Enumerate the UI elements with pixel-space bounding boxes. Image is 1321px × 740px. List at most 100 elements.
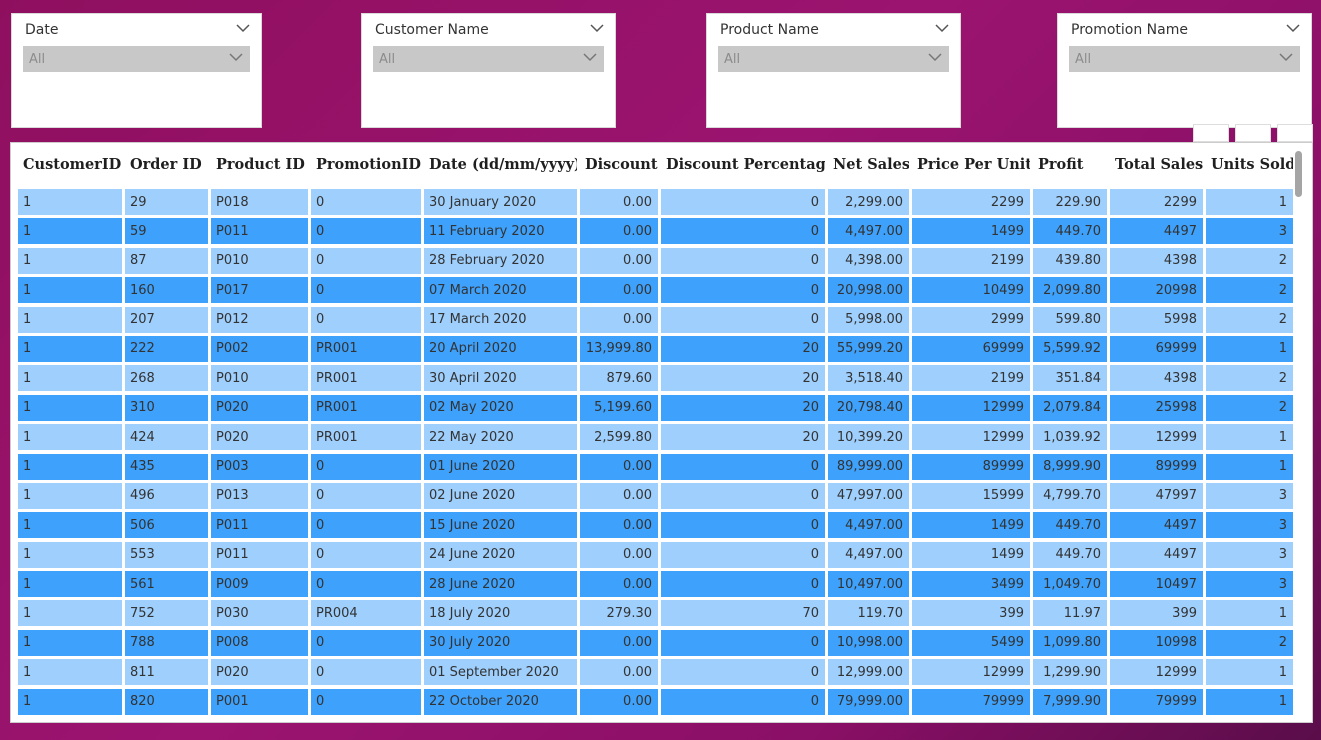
table-cell: 2,299.00 <box>828 189 909 215</box>
table-cell: P020 <box>211 394 308 421</box>
table-cell: 5998 <box>1110 306 1203 333</box>
table-cell: 24 June 2020 <box>424 541 577 568</box>
table-cell: 79999 <box>912 688 1030 715</box>
filter-icon[interactable] <box>1193 124 1229 142</box>
column-header[interactable]: Order ID <box>125 147 208 182</box>
chevron-down-icon[interactable] <box>589 22 605 38</box>
table-cell: 268 <box>125 365 208 392</box>
column-header[interactable]: PromotionID <box>311 147 421 182</box>
table-cell: 0 <box>661 541 825 568</box>
table-cell: PR001 <box>311 424 421 451</box>
table-cell: P009 <box>211 571 308 598</box>
slicer-title: Promotion Name <box>1071 22 1188 38</box>
table-cell: 2299 <box>1110 189 1203 215</box>
slicer-header[interactable]: Customer Name <box>375 20 605 40</box>
table-cell: 28 June 2020 <box>424 571 577 598</box>
column-header[interactable]: CustomerID <box>18 147 122 182</box>
column-header[interactable]: Discount Percentage <box>661 147 825 182</box>
table-cell: 30 April 2020 <box>424 365 577 392</box>
table-cell: 1 <box>18 541 122 568</box>
table-cell: 25998 <box>1110 394 1203 421</box>
slicer-dropdown[interactable]: All <box>1069 46 1300 72</box>
table-cell: 2 <box>1206 394 1293 421</box>
table-cell: 222 <box>125 335 208 362</box>
table-cell: 4497 <box>1110 541 1203 568</box>
table-cell: 0 <box>661 688 825 715</box>
table-cell: 399 <box>912 600 1030 627</box>
slicer-header[interactable]: Promotion Name <box>1071 20 1301 40</box>
slicer-dropdown[interactable]: All <box>373 46 604 72</box>
table-cell: 22 May 2020 <box>424 424 577 451</box>
slicer-date: Date All <box>11 13 262 128</box>
focus-mode-icon[interactable] <box>1235 124 1271 142</box>
table-cell: 1 <box>18 394 122 421</box>
table-cell: 17 March 2020 <box>424 306 577 333</box>
table-cell: 160 <box>125 277 208 304</box>
table-cell: 20 <box>661 335 825 362</box>
chevron-down-icon[interactable] <box>934 22 950 38</box>
table-cell: 11 February 2020 <box>424 218 577 245</box>
column-header[interactable]: Discount <box>580 147 658 182</box>
table-cell: 399 <box>1110 600 1203 627</box>
slicer-dropdown[interactable]: All <box>718 46 949 72</box>
table-cell: 0.00 <box>580 512 658 539</box>
scrollbar-thumb[interactable] <box>1295 151 1302 197</box>
table-cell: P012 <box>211 306 308 333</box>
table-cell: 0 <box>311 482 421 509</box>
more-options-icon[interactable] <box>1277 124 1313 142</box>
column-header[interactable]: Net Sales <box>828 147 909 182</box>
table-cell: 69999 <box>912 335 1030 362</box>
table-cell: 0 <box>661 512 825 539</box>
table-visual: CustomerID Order ID Product ID PromotionID D… <box>10 142 1313 723</box>
table-cell: 02 June 2020 <box>424 482 577 509</box>
table-cell: 1499 <box>912 541 1030 568</box>
chevron-down-icon[interactable] <box>235 22 251 38</box>
table-cell: 0.00 <box>580 541 658 568</box>
table-cell: PR001 <box>311 335 421 362</box>
table-cell: 4,398.00 <box>828 247 909 274</box>
table-cell: 0 <box>661 629 825 656</box>
table-cell: 47,997.00 <box>828 482 909 509</box>
table-cell: 435 <box>125 453 208 480</box>
table-cell: 20 <box>661 394 825 421</box>
slicer-header[interactable]: Product Name <box>720 20 950 40</box>
table-cell: 752 <box>125 600 208 627</box>
table-cell: 4,799.70 <box>1033 482 1107 509</box>
table-cell: 3,518.40 <box>828 365 909 392</box>
vertical-scrollbar[interactable] <box>1293 151 1303 711</box>
table-cell: 0 <box>311 453 421 480</box>
table-cell: 1,099.80 <box>1033 629 1107 656</box>
column-header[interactable]: Total Sales <box>1110 147 1203 182</box>
column-header[interactable]: Price Per Unit <box>912 147 1030 182</box>
chevron-down-icon[interactable] <box>1285 22 1301 38</box>
table-cell: 0 <box>661 189 825 215</box>
table-cell: 439.80 <box>1033 247 1107 274</box>
slicer-customer-name: Customer Name All <box>361 13 616 128</box>
slicer-promotion-name: Promotion Name All <box>1057 13 1312 128</box>
slicer-product-name: Product Name All <box>706 13 961 128</box>
table-cell: 2,599.80 <box>580 424 658 451</box>
table-cell: 879.60 <box>580 365 658 392</box>
chevron-down-icon <box>228 51 244 67</box>
table-cell: 4398 <box>1110 247 1203 274</box>
table-cell: 4,497.00 <box>828 218 909 245</box>
table-cell: 2199 <box>912 365 1030 392</box>
table-cell: 0.00 <box>580 453 658 480</box>
table-cell: 1 <box>1206 600 1293 627</box>
table-cell: 10,497.00 <box>828 571 909 598</box>
column-header[interactable]: Profit <box>1033 147 1107 182</box>
table-cell: 1,299.90 <box>1033 659 1107 686</box>
table-cell: 449.70 <box>1033 512 1107 539</box>
column-header[interactable]: Units Sold <box>1206 147 1293 182</box>
table-cell: 424 <box>125 424 208 451</box>
table-cell: 1 <box>18 189 122 215</box>
table-cell: P002 <box>211 335 308 362</box>
column-header[interactable]: Product ID <box>211 147 308 182</box>
table-cell: 1 <box>1206 453 1293 480</box>
slicer-header[interactable]: Date <box>25 20 251 40</box>
table-cell: 0.00 <box>580 571 658 598</box>
table-cell: 0 <box>311 247 421 274</box>
slicer-dropdown[interactable]: All <box>23 46 250 72</box>
table-cell: 47997 <box>1110 482 1203 509</box>
column-header[interactable]: Date (dd/mm/yyyy) <box>424 147 577 182</box>
